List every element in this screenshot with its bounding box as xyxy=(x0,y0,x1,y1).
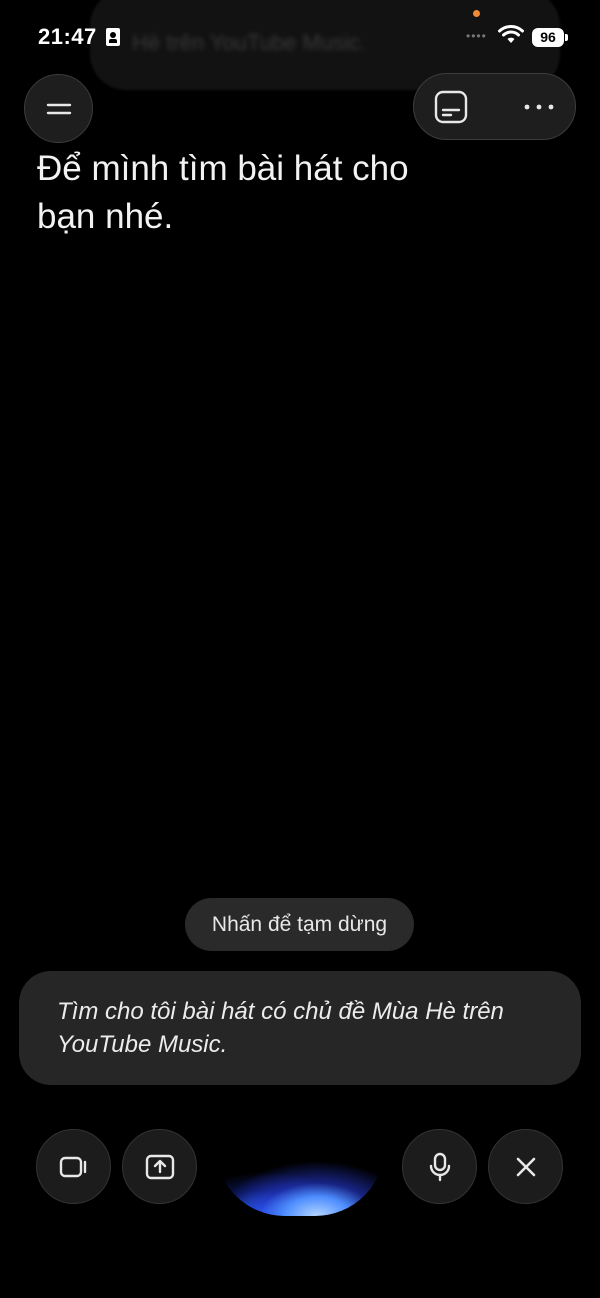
caption-icon xyxy=(434,90,468,124)
microphone-icon xyxy=(429,1152,450,1181)
camera-button[interactable] xyxy=(36,1129,111,1204)
more-horizontal-icon xyxy=(524,104,554,110)
close-button[interactable] xyxy=(488,1129,563,1204)
signal-dots: •••• xyxy=(466,29,487,43)
gemini-live-orb xyxy=(215,1130,385,1216)
contact-card-icon xyxy=(106,28,120,46)
captions-button[interactable] xyxy=(431,87,471,127)
background-notification-text: Hè trên YouTube Music. xyxy=(132,30,366,55)
microphone-button[interactable] xyxy=(402,1129,477,1204)
status-time: 21:47 xyxy=(38,24,97,49)
share-screen-button[interactable] xyxy=(122,1129,197,1204)
privacy-indicator-dot xyxy=(473,10,480,17)
user-transcript-text: Tìm cho tôi bài hát có chủ đề Mùa Hè trê… xyxy=(57,998,504,1058)
share-screen-icon xyxy=(145,1154,174,1179)
close-icon xyxy=(516,1157,535,1176)
wifi-icon xyxy=(498,25,524,50)
battery-level: 96 xyxy=(532,28,564,47)
menu-icon xyxy=(46,103,71,114)
tap-to-pause-chip[interactable]: Nhấn để tạm dừng xyxy=(185,898,414,951)
video-camera-icon xyxy=(59,1156,86,1177)
assistant-response-text: Để mình tìm bài hát cho bạn nhé. xyxy=(37,149,409,236)
menu-button[interactable] xyxy=(24,74,93,143)
user-transcript-bubble: Tìm cho tôi bài hát có chủ đề Mùa Hè trê… xyxy=(19,971,581,1085)
more-options-button[interactable] xyxy=(516,87,562,127)
battery-tip xyxy=(565,34,568,41)
orb-glow xyxy=(215,1130,385,1216)
